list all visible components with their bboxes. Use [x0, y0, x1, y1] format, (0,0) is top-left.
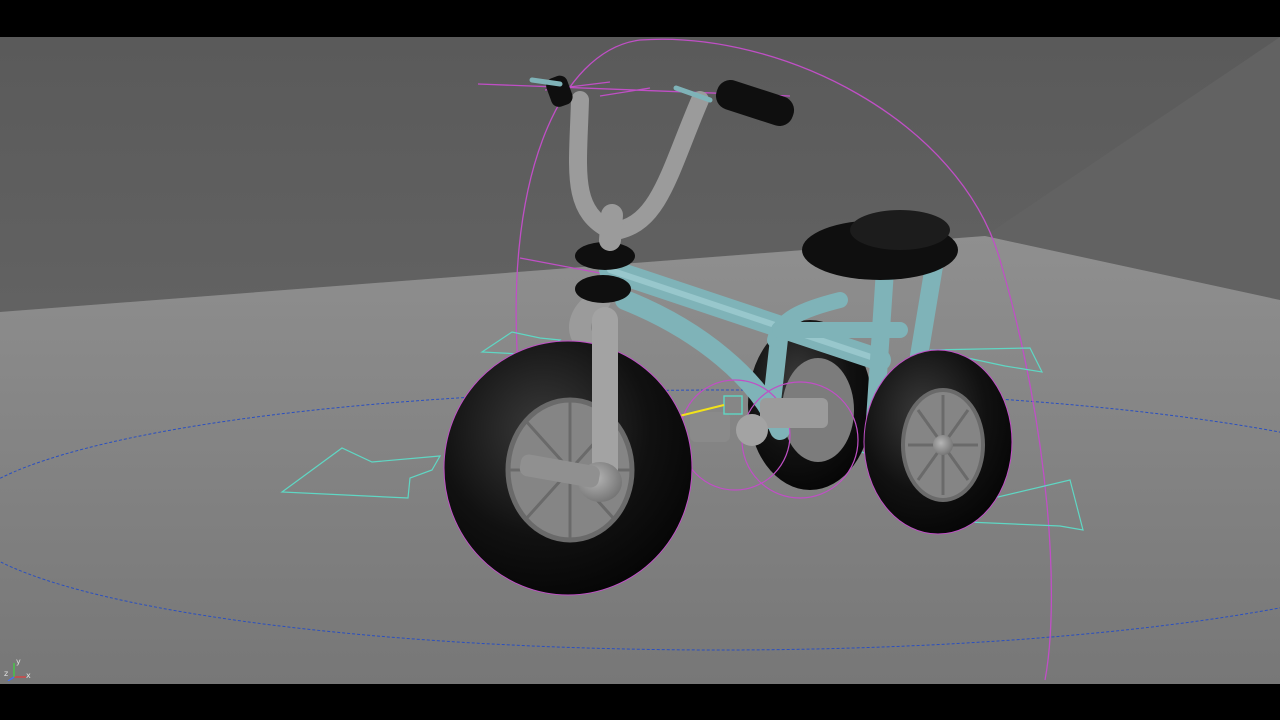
pedal-left — [690, 412, 730, 442]
axis-gizmo: x y z — [4, 657, 34, 681]
letterbox-top — [0, 0, 1280, 37]
axis-x-label: x — [26, 671, 31, 680]
scene-render — [0, 37, 1280, 684]
3d-viewport[interactable]: x y z — [0, 37, 1280, 684]
pedal-right — [760, 398, 828, 428]
headset-bottom — [575, 275, 631, 303]
axis-y-label: y — [16, 657, 21, 666]
axis-z-label: z — [4, 669, 9, 678]
letterbox-bottom — [0, 684, 1280, 720]
